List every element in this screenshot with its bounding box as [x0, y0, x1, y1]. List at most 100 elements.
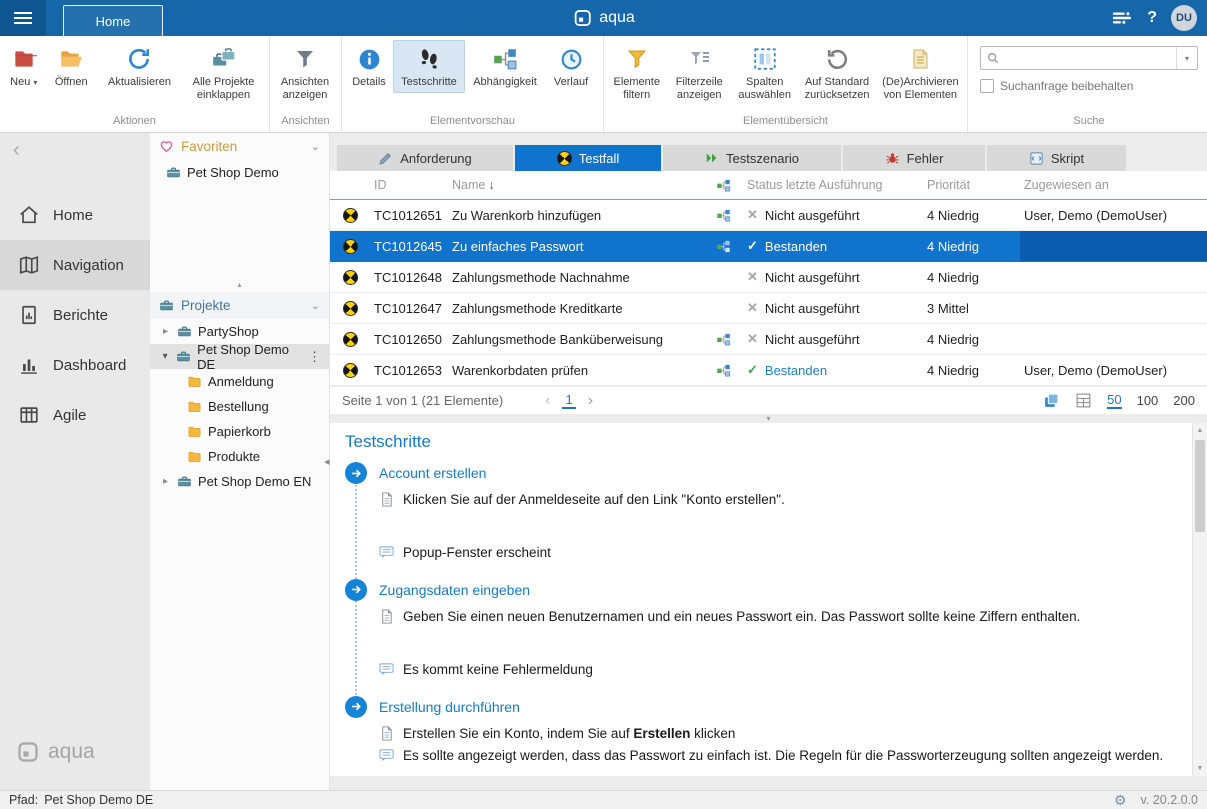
table-row[interactable]: TC1012648 Zahlungsmethode Nachnahme ✕Nic… — [330, 262, 1207, 293]
sidebar-item-navigation[interactable]: Navigation — [0, 240, 150, 290]
header-status[interactable]: Status letzte Ausführung — [743, 178, 923, 192]
projects-collapse-icon — [209, 44, 239, 74]
history-button[interactable]: Verlauf — [545, 40, 597, 93]
teststep-title-link[interactable]: Erstellung durchführen — [379, 699, 520, 715]
projects-header[interactable]: Projekte ⌄ — [150, 292, 329, 319]
teststep-title-link[interactable]: Account erstellen — [379, 465, 486, 481]
favorite-item-pet-shop-demo[interactable]: Pet Shop Demo — [150, 160, 329, 185]
details-button[interactable]: Details — [345, 40, 393, 93]
new-button[interactable]: Neu ▾ — [3, 40, 45, 93]
page-size-200[interactable]: 200 — [1173, 393, 1195, 408]
step-expected-text: Es sollte angezeigt werden, dass das Pas… — [403, 747, 1163, 766]
header-zugewiesen[interactable]: Zugewiesen an — [1020, 178, 1207, 192]
project-icon — [177, 324, 192, 339]
header-dependency-icon[interactable] — [703, 178, 743, 193]
search-input[interactable] — [1005, 48, 1176, 68]
user-avatar[interactable]: DU — [1171, 5, 1197, 31]
tree-item-partyshop[interactable]: ▸ PartyShop — [150, 319, 329, 344]
table-row[interactable]: TC1012647 Zahlungsmethode Kreditkarte ✕N… — [330, 293, 1207, 324]
sidebar-item-dashboard[interactable]: Dashboard — [0, 340, 150, 390]
network-status-icon[interactable] — [1111, 7, 1133, 29]
filter-items-button[interactable]: Elemente filtern — [607, 40, 667, 106]
tab-testfall[interactable]: Testfall — [515, 145, 661, 171]
tree-item-pet-shop-demo-de[interactable]: ▾ Pet Shop Demo DE ⋮ — [150, 344, 329, 369]
scrollbar-thumb[interactable] — [1195, 440, 1205, 532]
tree-item-label: PartyShop — [198, 324, 259, 339]
pager-prev-icon[interactable]: ‹ — [545, 392, 550, 410]
tree-item-label: Produkte — [208, 449, 260, 464]
item-type-tabs: Anforderung Testfall Testszenario Fehler… — [337, 145, 1207, 171]
tab-anforderung[interactable]: Anforderung — [337, 145, 513, 171]
sidebar-item-home[interactable]: Home — [0, 190, 150, 240]
tree-item-produkte[interactable]: Produkte — [150, 444, 329, 469]
step-expected: Es kommt keine Fehlermeldung — [379, 661, 1207, 680]
page-size-100[interactable]: 100 — [1137, 393, 1159, 408]
header-prioritaet[interactable]: Priorität — [923, 178, 1020, 192]
vertical-scrollbar[interactable]: ▲ ▼ — [1192, 423, 1207, 776]
tab-skript[interactable]: Skript — [987, 145, 1126, 171]
step-expected: Popup-Fenster erscheint — [379, 544, 1207, 563]
tab-testszenario[interactable]: Testszenario — [663, 145, 841, 171]
teststeps-label: Testschritte — [401, 76, 457, 89]
tab-fehler[interactable]: Fehler — [843, 145, 985, 171]
keep-search-checkbox[interactable] — [980, 79, 994, 93]
requirement-pen-icon — [378, 151, 393, 166]
teststep-title-link[interactable]: Zugangsdaten eingeben — [379, 582, 530, 598]
tree-item-anmeldung[interactable]: Anmeldung — [150, 369, 329, 394]
refresh-button[interactable]: Aktualisieren — [98, 40, 181, 93]
page-size-50[interactable]: 50 — [1107, 392, 1121, 409]
scroll-up-icon[interactable]: ▲ — [1193, 423, 1207, 438]
collapse-all-projects-button[interactable]: Alle Projekte einklappen — [181, 40, 266, 106]
dependency-button[interactable]: Abhängigkeit — [465, 40, 545, 93]
show-views-button[interactable]: Ansichten anzeigen — [273, 40, 337, 106]
path-value: Pet Shop Demo DE — [44, 793, 153, 807]
ribbon-group-label: Aktionen — [0, 115, 269, 132]
home-icon — [18, 204, 40, 226]
reports-icon — [18, 304, 40, 326]
header-name[interactable]: Name↓ — [448, 178, 703, 192]
view-cards-icon[interactable] — [1043, 392, 1060, 409]
new-icon — [9, 44, 39, 74]
hamburger-menu-icon[interactable] — [0, 0, 46, 36]
tree-item-bestellung[interactable]: Bestellung — [150, 394, 329, 419]
table-row-selected[interactable]: TC1012645 Zu einfaches Passwort ✓Bestand… — [330, 231, 1207, 262]
filter-row-button[interactable]: Filterzeile anzeigen — [667, 40, 732, 106]
scroll-down-icon[interactable]: ▼ — [1193, 761, 1207, 776]
details-label: Details — [352, 76, 386, 89]
choose-columns-button[interactable]: Spalten auswählen — [732, 40, 797, 106]
expander-icon[interactable]: ▸ — [160, 326, 171, 337]
sidebar-collapse-icon[interactable]: ‹ — [13, 139, 20, 162]
explorer-collapse-icon[interactable]: ◂ — [324, 455, 330, 468]
table-row[interactable]: TC1012653 Warenkorbdaten prüfen ✓Bestand… — [330, 355, 1207, 386]
header-id[interactable]: ID — [370, 178, 448, 192]
open-button[interactable]: Öffnen — [45, 40, 98, 93]
teststeps-button[interactable]: Testschritte — [393, 40, 465, 93]
pager-page-1[interactable]: 1 — [562, 392, 575, 409]
help-icon[interactable]: ? — [1147, 9, 1157, 27]
search-box: ▾ — [980, 46, 1198, 70]
chevron-down-icon[interactable]: ⌄ — [311, 140, 320, 153]
expander-icon[interactable]: ▸ — [160, 476, 171, 487]
pager-next-icon[interactable]: › — [588, 392, 593, 410]
view-table-icon[interactable] — [1075, 392, 1092, 409]
sidebar-item-agile[interactable]: Agile — [0, 390, 150, 440]
archive-button[interactable]: (De)Archivieren von Elementen — [877, 40, 964, 106]
sidebar-item-berichte[interactable]: Berichte — [0, 290, 150, 340]
favorites-header[interactable]: Favoriten ⌄ — [150, 133, 329, 160]
tree-item-pet-shop-demo-en[interactable]: ▸ Pet Shop Demo EN — [150, 469, 329, 494]
dependency-label: Abhängigkeit — [473, 76, 537, 89]
chevron-down-icon[interactable]: ⌄ — [311, 299, 320, 312]
cell-prioritaet: 4 Niedrig — [923, 208, 1020, 223]
search-dropdown-icon[interactable]: ▾ — [1177, 54, 1197, 63]
tree-item-label: Pet Shop Demo EN — [198, 474, 311, 489]
panel-splitter-handle[interactable]: ▴ — [150, 277, 329, 292]
table-row[interactable]: TC1012651 Zu Warenkorb hinzufügen ✕Nicht… — [330, 200, 1207, 231]
reset-default-button[interactable]: Auf Standard zurücksetzen — [797, 40, 876, 106]
table-row[interactable]: TC1012650 Zahlungsmethode Banküberweisun… — [330, 324, 1207, 355]
tree-item-papierkorb[interactable]: Papierkorb — [150, 419, 329, 444]
preview-collapse-handle[interactable]: ▾ — [330, 414, 1207, 423]
item-menu-icon[interactable]: ⋮ — [308, 349, 329, 365]
tab-home-top[interactable]: Home — [63, 5, 163, 36]
expander-icon[interactable]: ▾ — [160, 351, 170, 362]
settings-gear-icon[interactable]: ⚙ — [1114, 792, 1127, 809]
